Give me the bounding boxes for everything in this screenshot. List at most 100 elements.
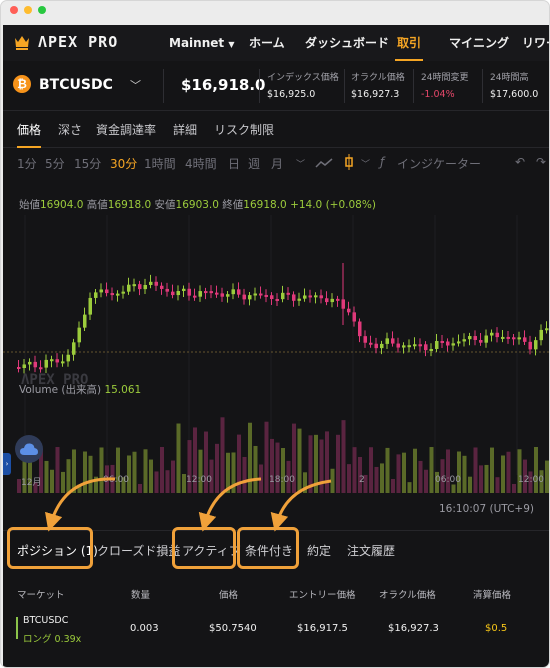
tab-depth[interactable]: 深さ <box>58 112 82 148</box>
price-chart[interactable]: ΛPEX PRO <box>3 175 550 505</box>
tab-details[interactable]: 詳細 <box>173 112 197 148</box>
candle <box>138 284 142 290</box>
candle <box>534 340 538 350</box>
market-symbol[interactable]: BTCUSDC <box>39 77 113 93</box>
cloud-icon[interactable] <box>15 435 43 463</box>
candle <box>325 298 329 303</box>
candle <box>440 340 444 343</box>
close-dot[interactable] <box>10 6 18 14</box>
candle <box>116 293 120 296</box>
candle <box>413 344 417 347</box>
minimize-dot[interactable] <box>24 6 32 14</box>
candle <box>22 364 26 369</box>
candle <box>545 328 549 331</box>
interval-1mo[interactable]: 月 <box>271 155 283 172</box>
interval-30m[interactable]: 30分 <box>110 155 137 172</box>
candle <box>484 335 488 343</box>
candlestick-icon[interactable] <box>343 154 355 170</box>
stat-value: $16,925.0 <box>267 89 316 100</box>
stat-label: オラクル価格 <box>351 73 405 83</box>
candle <box>121 291 125 294</box>
candle <box>88 297 92 315</box>
chart-grid <box>24 215 518 475</box>
row-side: ロング 0.39x <box>23 634 82 645</box>
divider <box>344 69 345 103</box>
candle <box>237 289 241 295</box>
candle <box>457 341 461 344</box>
redo-icon[interactable]: ↷ <box>536 155 546 169</box>
interval-1d[interactable]: 日 <box>228 155 240 172</box>
candle <box>391 338 395 344</box>
high-value: 16918.0 <box>107 199 152 211</box>
candle <box>523 337 527 342</box>
candle <box>451 343 455 346</box>
col-price: 価格 <box>219 590 239 601</box>
nav-dashboard[interactable]: ダッシュボード <box>305 25 389 61</box>
tab-funding-rate[interactable]: 資金調達率 <box>96 112 156 148</box>
volume-value: 15.061 <box>104 384 142 396</box>
close-value: 16918.0 <box>243 199 287 211</box>
interval-1h[interactable]: 1時間 <box>144 155 176 172</box>
candle <box>61 361 65 364</box>
candle <box>418 344 422 347</box>
candle <box>402 345 406 348</box>
tab-fills[interactable]: 約定 <box>307 542 331 559</box>
oracle-price-stat: オラクル価格 $16,927.3 <box>351 70 405 100</box>
candle <box>66 354 70 362</box>
candle <box>165 288 169 292</box>
maximize-dot[interactable] <box>38 6 46 14</box>
candle <box>28 361 32 365</box>
candle <box>396 343 400 348</box>
candle <box>479 339 483 343</box>
nav-home[interactable]: ホーム <box>249 25 285 61</box>
divider <box>413 69 414 103</box>
nav-trade[interactable]: 取引 <box>394 25 424 61</box>
candle <box>281 292 285 300</box>
tab-order-history[interactable]: 注文履歴 <box>347 542 395 559</box>
tab-closed-pnl[interactable]: クローズド損益 <box>97 542 180 559</box>
candle <box>193 295 197 298</box>
candle <box>50 359 54 362</box>
function-icon[interactable]: ƒ <box>380 155 384 169</box>
candle <box>506 336 510 339</box>
interval-5m[interactable]: 5分 <box>45 155 65 172</box>
line-chart-icon[interactable] <box>315 157 333 169</box>
row-entry-price: $16,917.5 <box>297 623 348 634</box>
interval-15m[interactable]: 15分 <box>74 155 101 172</box>
interval-4h[interactable]: 4時間 <box>185 155 217 172</box>
candles <box>17 263 549 374</box>
change-24h-stat: 24時間変更 -1.04% <box>421 70 468 100</box>
candle <box>220 293 224 297</box>
row-quantity: 0.003 <box>130 623 159 634</box>
stat-value: $16,927.3 <box>351 89 400 100</box>
chevron-down-icon[interactable]: ﹀ <box>130 77 141 93</box>
candle <box>17 367 21 369</box>
interval-1m[interactable]: 1分 <box>17 155 37 172</box>
candle <box>407 345 411 348</box>
nav-rewards[interactable]: リワード <box>522 25 549 61</box>
indicators-button[interactable]: インジケーター <box>397 155 481 172</box>
candle <box>490 332 494 336</box>
undo-icon[interactable]: ↶ <box>515 155 525 169</box>
tab-price[interactable]: 価格 <box>17 112 42 148</box>
candle <box>336 298 340 301</box>
network-selector[interactable]: Mainnet ▼ <box>169 25 234 61</box>
chevron-down-icon[interactable]: ﹀ <box>361 157 370 170</box>
interval-1w[interactable]: 週 <box>248 155 260 172</box>
network-label: Mainnet <box>169 36 225 50</box>
candle <box>369 342 373 345</box>
change-value: +14.0 (+0.08%) <box>290 199 376 211</box>
chevron-down-icon[interactable]: ﹀ <box>296 157 305 170</box>
candle <box>176 291 180 296</box>
candle <box>171 291 175 296</box>
candle <box>429 348 433 351</box>
col-liquidation-price: 清算価格 <box>473 590 512 601</box>
ticker-bar: ₿ BTCUSDC ﹀ $16,918.0 インデックス価格 $16,925.0 … <box>3 61 549 111</box>
tab-risk-limit[interactable]: リスク制限 <box>214 112 274 148</box>
row-market: BTCUSDC <box>23 615 69 626</box>
nav-mining[interactable]: マイニング <box>449 25 509 61</box>
row-liquidation-price: $0.5 <box>485 623 508 634</box>
volume-readout: Volume (出来高) 15.061 <box>19 382 141 397</box>
stat-label: 24時間変更 <box>421 73 469 83</box>
logo[interactable]: ΛPEX PRO <box>12 33 118 51</box>
